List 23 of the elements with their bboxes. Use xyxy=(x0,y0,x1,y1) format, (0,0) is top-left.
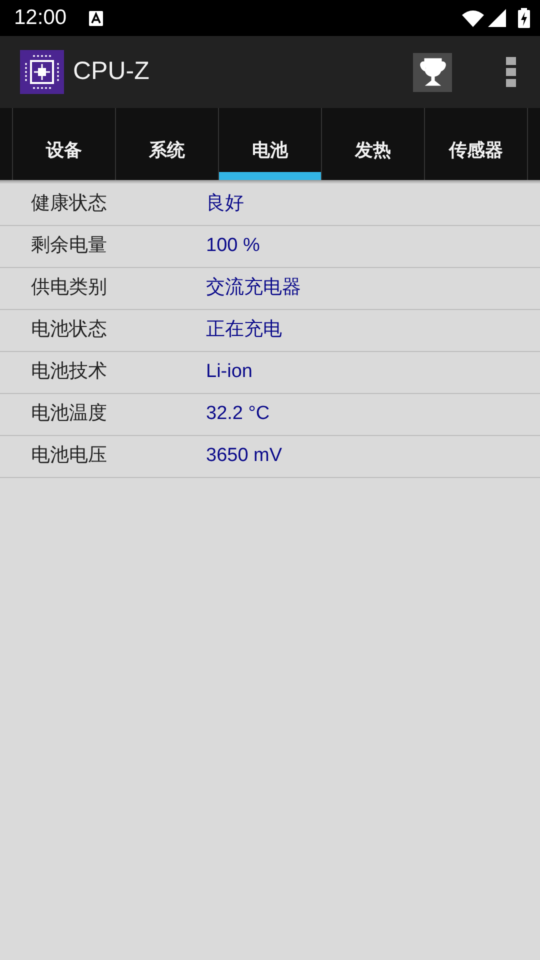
overflow-menu-icon[interactable] xyxy=(506,57,516,87)
notification-icon xyxy=(88,10,103,26)
battery-charging-icon xyxy=(518,8,530,28)
row-label: 剩余电量 xyxy=(30,234,108,258)
row-value: Li-ion xyxy=(206,360,252,384)
row-value: 3650 mV xyxy=(206,444,282,468)
row-label: 电池电压 xyxy=(30,444,108,468)
trophy-button[interactable] xyxy=(413,52,452,92)
row-label: 电池状态 xyxy=(30,318,108,342)
row-label: 供电类别 xyxy=(30,276,108,300)
row-label: 健康状态 xyxy=(30,192,108,216)
row-label: 电池技术 xyxy=(30,360,108,384)
chip-icon xyxy=(20,50,64,94)
row-label: 电池温度 xyxy=(30,402,108,426)
app-title: CPU-Z xyxy=(73,56,150,88)
row-value: 交流充电器 xyxy=(206,276,301,300)
wifi-icon xyxy=(462,10,484,26)
signal-icon xyxy=(488,9,506,27)
row-value: 良好 xyxy=(206,192,244,216)
row-value: 100 % xyxy=(206,234,260,258)
status-time: 12:00 xyxy=(14,5,67,32)
row-value: 正在充电 xyxy=(206,318,282,342)
row-value: 32.2 °C xyxy=(206,402,270,426)
